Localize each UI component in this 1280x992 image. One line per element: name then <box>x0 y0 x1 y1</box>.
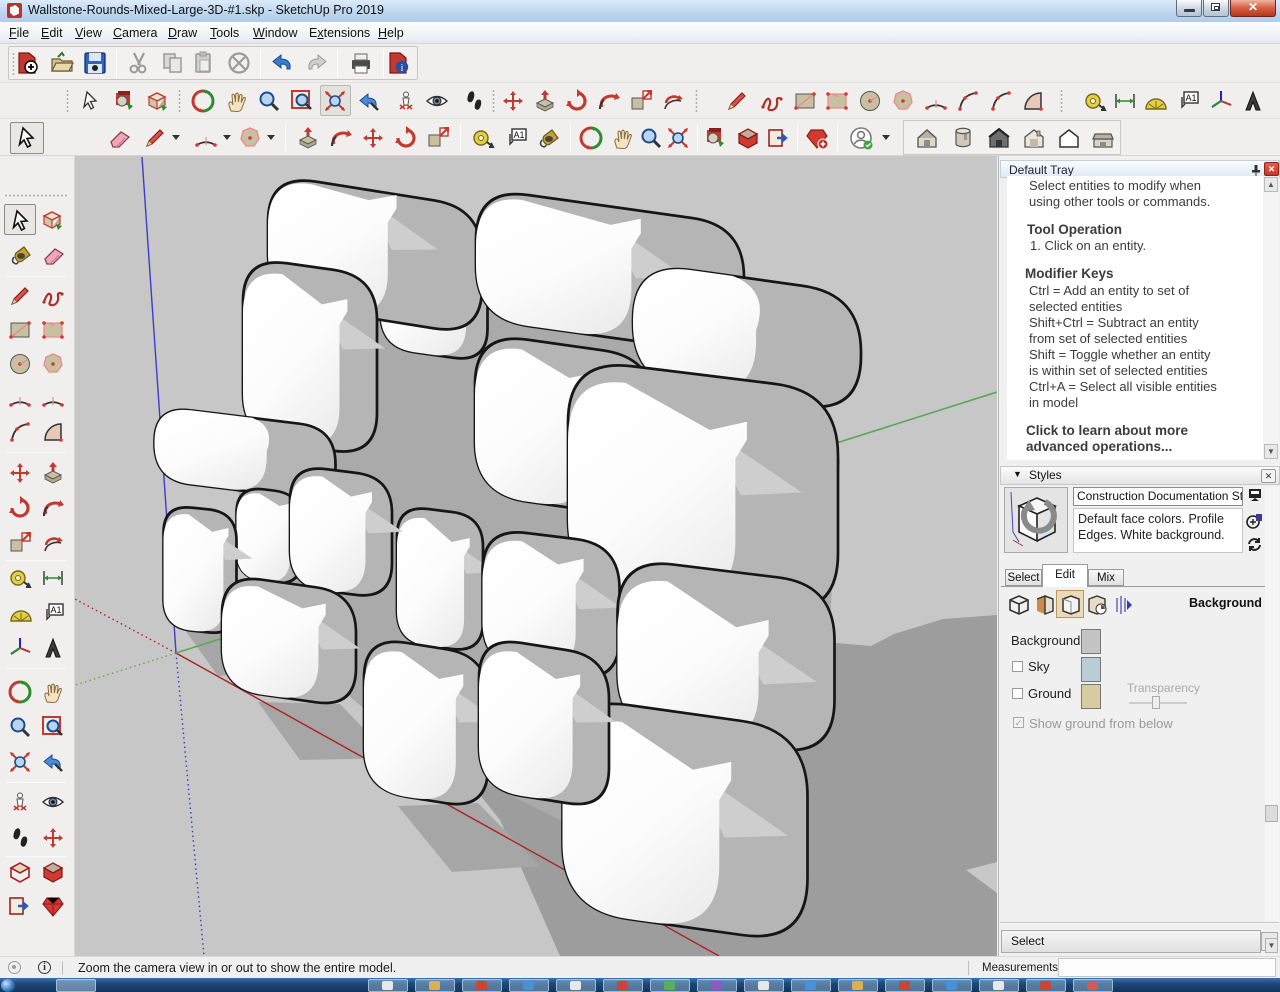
svg-text:A1: A1 <box>513 130 524 140</box>
svg-text:i: i <box>401 63 404 74</box>
svg-text:A1: A1 <box>50 605 61 615</box>
svg-text:A1: A1 <box>1185 93 1196 103</box>
